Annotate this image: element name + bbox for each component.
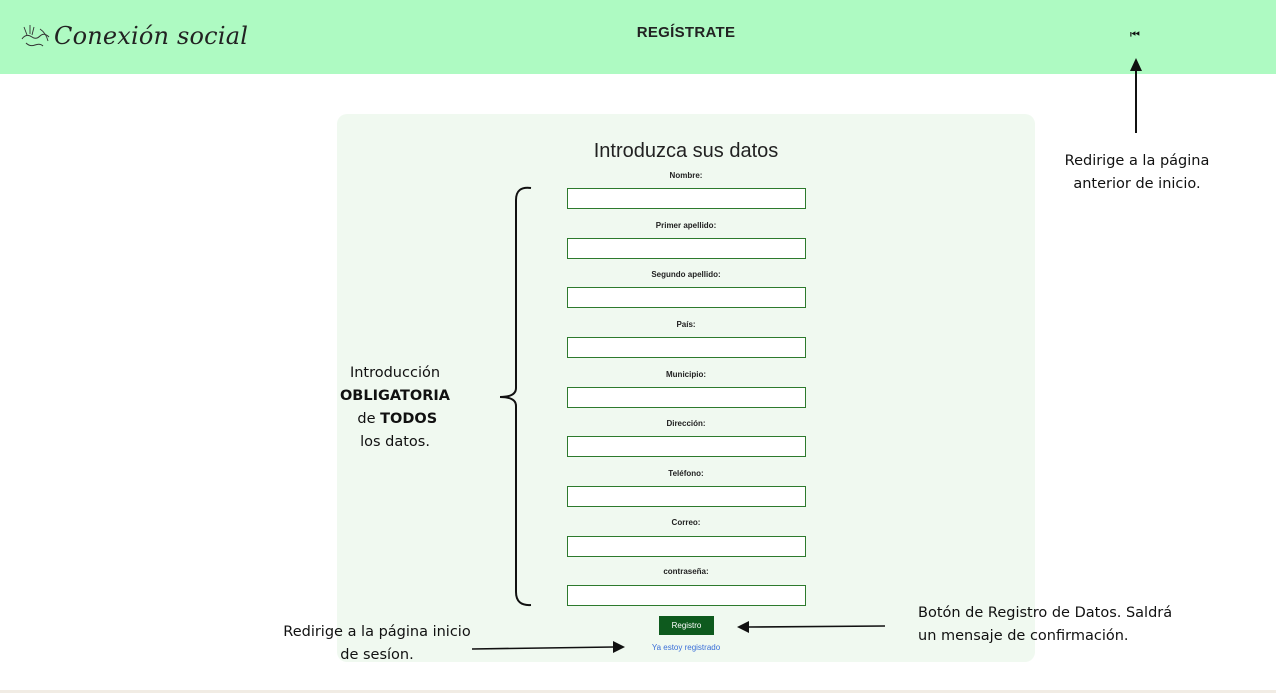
annotation-top-right-line1: Redirige a la página: [1064, 153, 1210, 169]
annotation-left-bold2: TODOS: [380, 411, 438, 427]
annotation-registro-button: Botón de Registro de Datos. Saldrá un me…: [918, 602, 1178, 648]
annotation-login-link: Redirige a la página inicio de sesíon.: [282, 621, 472, 667]
left-brace: [499, 186, 532, 607]
login-arrow-line: [471, 646, 615, 650]
annotation-bottom-right-line2: un mensaje de confirmación.: [918, 628, 1129, 644]
annotation-top-right-line2: anterior de inicio.: [1073, 176, 1201, 192]
registro-arrow-line: [747, 625, 886, 628]
annotation-left-line3: los datos.: [360, 434, 430, 450]
annotation-left-line2: OBLIGATORIA de TODOS: [300, 385, 490, 431]
login-arrow-head: [613, 641, 625, 653]
annotation-back-button: Redirige a la página anterior de inicio.: [1062, 150, 1212, 196]
annotation-overlay: [471, 58, 1142, 653]
annotation-bottom-left-line1: Redirige a la página inicio: [283, 624, 471, 640]
registro-arrow-head: [737, 621, 749, 633]
annotation-mandatory-data: Introducción OBLIGATORIA de TODOS los da…: [300, 362, 490, 454]
back-arrow-head: [1130, 58, 1142, 71]
annotation-bottom-right-line1: Botón de Registro de Datos. Saldrá: [918, 605, 1173, 621]
annotation-left-line1: Introducción: [349, 365, 441, 381]
annotation-left-mid: de: [352, 411, 381, 427]
annotation-bottom-left-line2: de sesíon.: [340, 647, 414, 663]
annotation-left-bold1: OBLIGATORIA: [339, 388, 450, 404]
